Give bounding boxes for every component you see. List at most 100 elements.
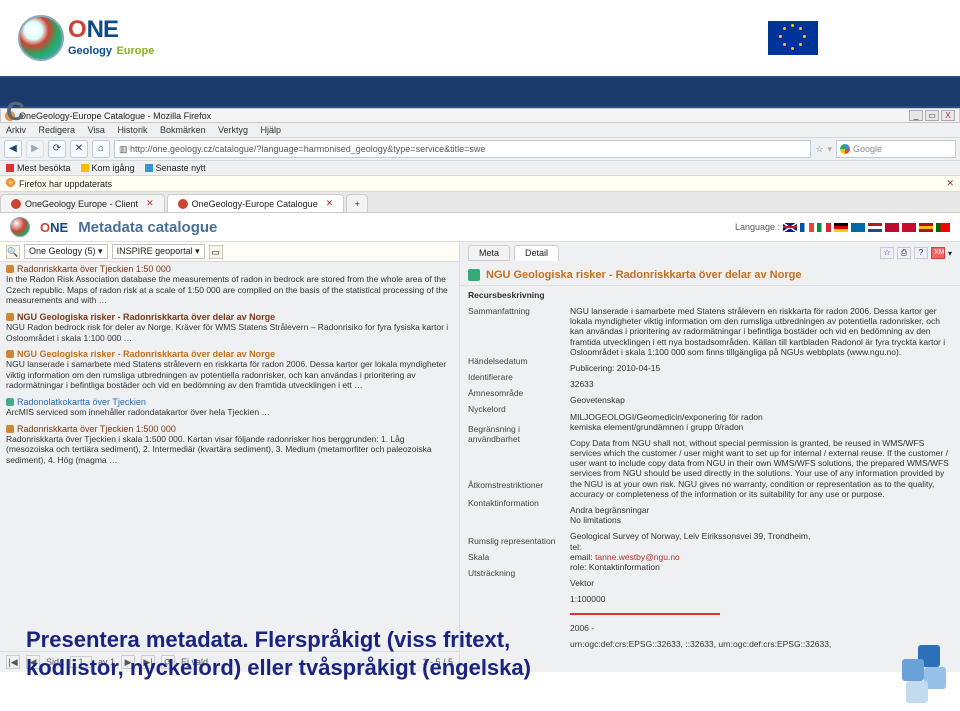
eu-text: Co-funded by the European Union: [828, 23, 942, 53]
search-engine-field[interactable]: Google: [836, 140, 956, 158]
browser-menu: Arkiv Redigera Visa Historik Bokmärken V…: [0, 123, 960, 138]
xml-export-button[interactable]: XML: [931, 247, 945, 259]
menu-arkiv[interactable]: Arkiv: [6, 125, 26, 135]
tab-meta[interactable]: Meta: [468, 245, 510, 261]
result-item[interactable]: NGU Geologiska risker - Radonriskkarta ö…: [6, 349, 453, 391]
bookmark-star-icon[interactable]: ☆: [815, 144, 823, 155]
app-logo-icon: [10, 217, 30, 237]
app-title: Metadata catalogue: [78, 219, 217, 236]
close-button[interactable]: X: [941, 110, 955, 121]
favorite-icon[interactable]: ☆: [880, 247, 894, 259]
browser-tabs: OneGeology Europe - Client ✕ OneGeology-…: [0, 192, 960, 213]
search-row: 🔍 One Geology (5) ▾ INSPIRE geoportal ▾ …: [0, 242, 459, 262]
eu-cofunded: Co-funded by the European Union: [768, 21, 942, 55]
dropdown-icon[interactable]: ▾: [948, 249, 952, 258]
detail-header: NGU Geologiska risker - Radonriskkarta ö…: [460, 265, 960, 286]
print-icon[interactable]: ⎙: [897, 247, 911, 259]
result-item[interactable]: Radonolatkokartta över Tjeckien ArcMIS s…: [6, 397, 453, 418]
dataset-icon: [6, 265, 14, 273]
service-icon: [6, 398, 14, 406]
menu-verktyg[interactable]: Verktyg: [218, 125, 248, 135]
bookmark-senaste[interactable]: Senaste nytt: [145, 163, 206, 173]
google-icon: [840, 144, 850, 154]
detail-column: Meta Detail ☆ ⎙ ? XML ▾ NGU Geologiska r…: [460, 242, 960, 672]
page-first-button[interactable]: |◀: [6, 655, 20, 669]
detail-title: NGU Geologiska risker - Radonriskkarta ö…: [486, 269, 801, 281]
menu-redigera[interactable]: Redigera: [39, 125, 76, 135]
notification-bar: Firefox har uppdaterats ✕: [0, 176, 960, 192]
result-item[interactable]: Radonriskkarta över Tjeckien 1:50 000 In…: [6, 264, 453, 306]
language-selector: Language :: [735, 222, 950, 232]
new-tab-button[interactable]: +: [346, 194, 368, 212]
app-content: 🔍 One Geology (5) ▾ INSPIRE geoportal ▾ …: [0, 242, 960, 672]
bookmark-toolbar: Mest besökta Kom igång Senaste nytt: [0, 161, 960, 176]
result-item[interactable]: NGU Geologiska risker - Radonriskkarta ö…: [6, 312, 453, 343]
window-title: OneGeology-Europe Catalogue - Mozilla Fi…: [19, 111, 211, 121]
tab-icon: [11, 199, 21, 209]
url-field[interactable]: ▥ http://one.geology.cz/catalogue/?langu…: [114, 140, 811, 158]
firefox-icon: [5, 111, 15, 121]
reload-button[interactable]: ⟳: [48, 140, 66, 158]
forward-button[interactable]: ▶: [26, 140, 44, 158]
minimize-button[interactable]: _: [909, 110, 923, 121]
tab-icon: [178, 199, 188, 209]
tab-detail[interactable]: Detail: [514, 245, 559, 261]
search-tool-icon[interactable]: ▭: [209, 245, 223, 259]
dataset-icon: [6, 350, 14, 358]
stop-button[interactable]: ✕: [70, 140, 88, 158]
flag-dk-icon[interactable]: [902, 223, 916, 232]
dataset-icon: [468, 269, 480, 281]
bookmark-kom-igang[interactable]: Kom igång: [81, 163, 135, 173]
tab-catalogue[interactable]: OneGeology-Europe Catalogue ✕: [167, 194, 345, 212]
slide-header: ONE Geology Europe Co-funded by the Euro…: [0, 0, 960, 76]
maximize-button[interactable]: ▭: [925, 110, 939, 121]
window-controls: _ ▭ X: [909, 110, 955, 121]
app-header: ONE Metadata catalogue Language :: [0, 213, 960, 242]
flag-fr-icon[interactable]: [800, 223, 814, 232]
puzzle-decoration: [884, 635, 954, 705]
window-title-bar: OneGeology-Europe Catalogue - Mozilla Fi…: [0, 108, 960, 123]
flag-pt-icon[interactable]: [936, 223, 950, 232]
extent-map: Trondheim Oslo: [570, 613, 720, 615]
eu-flag-icon: [768, 21, 818, 55]
tab-client[interactable]: OneGeology Europe - Client ✕: [0, 194, 165, 212]
tab-close-icon[interactable]: ✕: [326, 198, 334, 209]
results-list: Radonriskkarta över Tjeckien 1:50 000 In…: [0, 262, 459, 651]
help-icon[interactable]: ?: [914, 247, 928, 259]
home-button[interactable]: ⌂: [92, 140, 110, 158]
slide-caption: Presentera metadata. Flerspråkigt (viss …: [26, 626, 786, 681]
source-dropdown-inspire[interactable]: INSPIRE geoportal ▾: [112, 244, 205, 259]
flag-se-icon[interactable]: [851, 223, 865, 232]
flag-uk-icon[interactable]: [783, 223, 797, 232]
flag-no-icon[interactable]: [885, 223, 899, 232]
page-icon: ▥: [119, 144, 130, 154]
logo-globe-icon: [18, 15, 64, 61]
menu-bokmarken[interactable]: Bokmärken: [160, 125, 206, 135]
source-dropdown-onegeology[interactable]: One Geology (5) ▾: [24, 244, 108, 259]
flag-es-icon[interactable]: [919, 223, 933, 232]
search-icon[interactable]: 🔍: [6, 245, 20, 259]
menu-historik[interactable]: Historik: [117, 125, 147, 135]
results-column: 🔍 One Geology (5) ▾ INSPIRE geoportal ▾ …: [0, 242, 460, 672]
menu-visa[interactable]: Visa: [88, 125, 105, 135]
dataset-icon: [6, 425, 14, 433]
firefox-small-icon: [6, 178, 15, 187]
back-button[interactable]: ◀: [4, 140, 22, 158]
notification-close-icon[interactable]: ✕: [946, 178, 954, 189]
flag-it-icon[interactable]: [817, 223, 831, 232]
dataset-icon: [6, 313, 14, 321]
menu-hjalp[interactable]: Hjälp: [261, 125, 282, 135]
email-link[interactable]: tanne.westby@ngu.no: [595, 552, 680, 562]
address-bar-row: ◀ ▶ ⟳ ✕ ⌂ ▥ http://one.geology.cz/catalo…: [0, 138, 960, 161]
result-item[interactable]: Radonriskkarta över Tjeckien 1:500 000 R…: [6, 424, 453, 466]
browser-window: OneGeology-Europe Catalogue - Mozilla Fi…: [0, 108, 960, 672]
tab-close-icon[interactable]: ✕: [146, 198, 154, 209]
detail-top-row: Meta Detail ☆ ⎙ ? XML ▾: [460, 242, 960, 265]
detail-body: Recursbeskrivning Sammanfattning Händels…: [460, 286, 960, 672]
flag-de-icon[interactable]: [834, 223, 848, 232]
bookmark-mest-besokta[interactable]: Mest besökta: [6, 163, 71, 173]
flag-nl-icon[interactable]: [868, 223, 882, 232]
onegeology-logo: ONE Geology Europe: [18, 15, 154, 61]
blue-band: [0, 76, 960, 108]
logo-text: ONE Geology Europe: [68, 18, 154, 58]
